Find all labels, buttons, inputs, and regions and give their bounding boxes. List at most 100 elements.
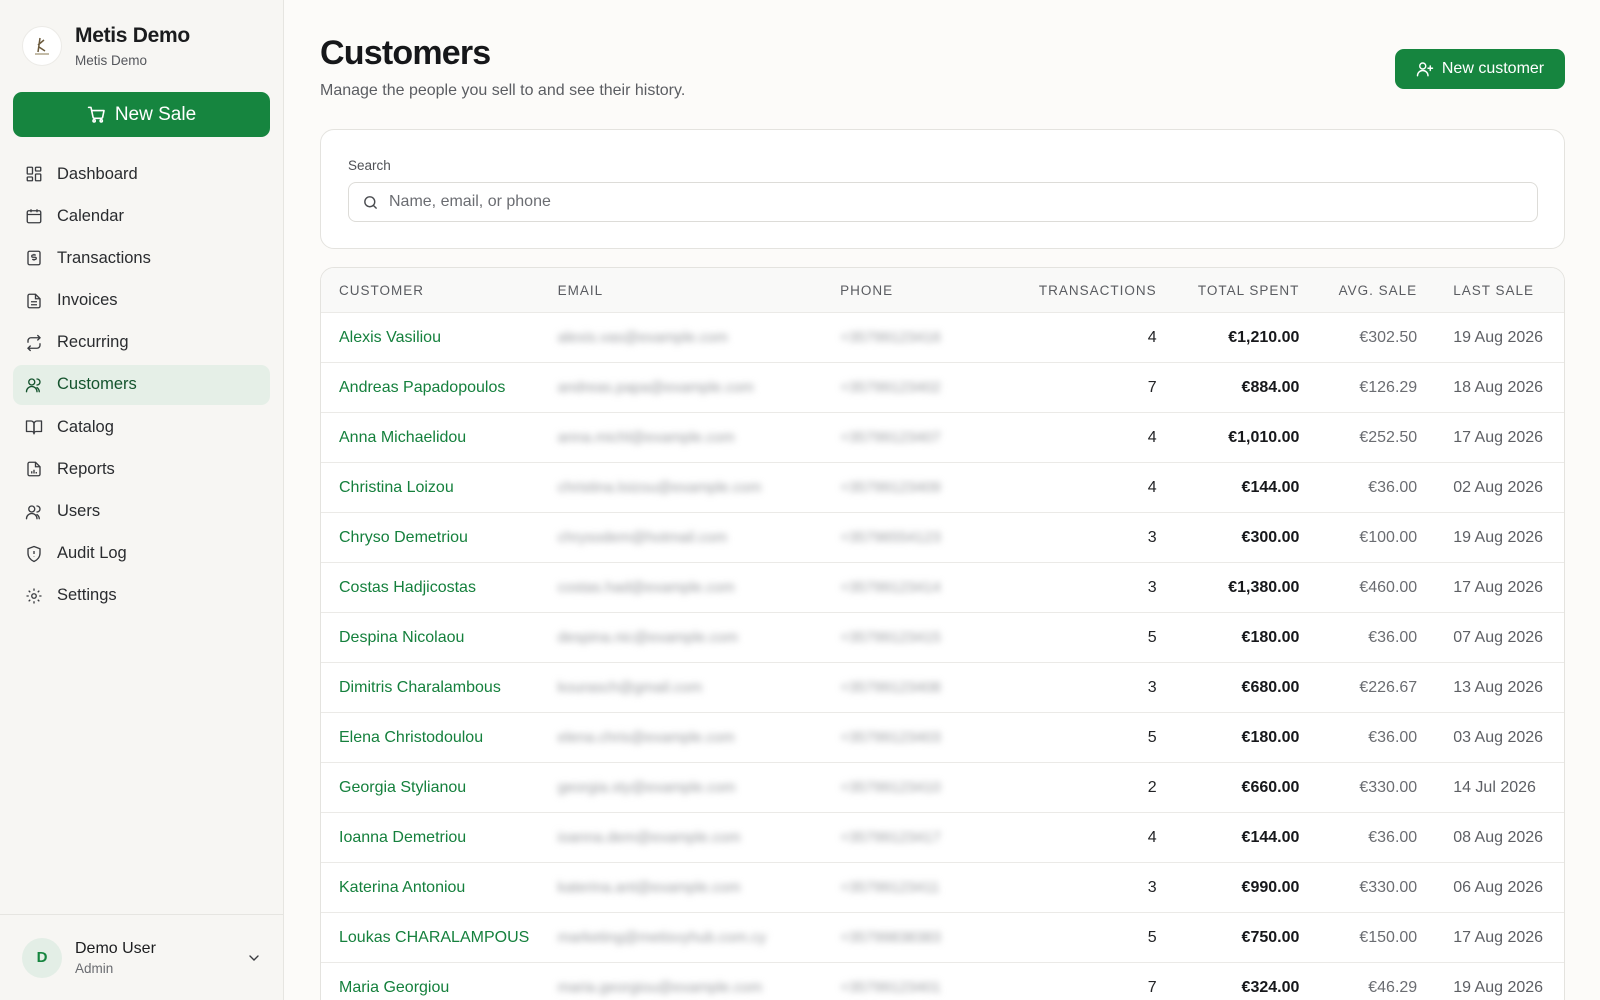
sidebar-item-users[interactable]: Users — [13, 492, 270, 532]
customer-name-link[interactable]: Katerina Antoniou — [321, 879, 558, 897]
sidebar-item-label: Users — [57, 502, 101, 520]
table-row[interactable]: Alexis Vasiliou alexis.vas@example.com +35… — [321, 312, 1564, 362]
transactions-count: 3 — [1147, 878, 1157, 896]
brand: Metis Demo Metis Demo — [22, 24, 190, 68]
search-icon — [364, 195, 377, 209]
sidebar-item-dashboard[interactable]: Dashboard — [13, 154, 270, 194]
customer-email: katerina.ant@example.com — [557, 879, 741, 896]
transactions-count: 3 — [1147, 528, 1157, 546]
sidebar-item-label: Settings — [57, 586, 117, 605]
transactions-count: 5 — [1147, 628, 1157, 646]
customer-email: anna.michl@example.com — [557, 429, 735, 446]
column-header-email[interactable]: EMAIL — [558, 283, 841, 298]
customer-phone: +35799123408 — [840, 679, 941, 696]
customer-name-link[interactable]: Loukas CHARALAMPOUS — [321, 929, 558, 947]
avg-sale: €460.00 — [1359, 578, 1418, 596]
customer-email: alexis.vas@example.com — [557, 329, 728, 346]
total-spent: €884.00 — [1241, 378, 1300, 396]
total-spent: €144.00 — [1241, 478, 1300, 496]
customer-email: costas.had@example.com — [557, 579, 735, 596]
transactions-count: 4 — [1147, 328, 1157, 346]
column-header-phone[interactable]: PHONE — [840, 283, 1007, 298]
sidebar-item-label: Catalog — [57, 417, 114, 436]
customer-name-link[interactable]: Despina Nicolaou — [321, 629, 558, 647]
customer-phone: +35799123410 — [840, 779, 941, 796]
table-header: CUSTOMER EMAIL PHONE TRANSACTIONS TOTAL … — [321, 268, 1564, 312]
column-header-customer[interactable]: CUSTOMER — [321, 283, 558, 298]
customer-name-link[interactable]: Alexis Vasiliou — [321, 329, 558, 347]
last-sale-date: 17 Aug 2026 — [1453, 428, 1544, 446]
sidebar-item-label: Recurring — [57, 333, 129, 352]
column-header-avg-sale[interactable]: AVG. SALE — [1299, 283, 1417, 298]
table-row[interactable]: Anna Michaelidou anna.michl@example.com +3… — [321, 412, 1564, 462]
table-row[interactable]: Ioanna Demetriou ioanna.dem@example.com +3… — [321, 812, 1564, 862]
sidebar-item-calendar[interactable]: Calendar — [13, 196, 270, 236]
customers-table: CUSTOMER EMAIL PHONE TRANSACTIONS TOTAL … — [320, 267, 1565, 1000]
total-spent: €1,210.00 — [1228, 328, 1300, 346]
last-sale-date: 19 Aug 2026 — [1453, 528, 1544, 546]
column-header-total-spent[interactable]: TOTAL SPENT — [1157, 283, 1300, 298]
table-row[interactable]: Elena Christodoulou elena.chris@example.c… — [321, 712, 1564, 762]
customer-email: chrysodem@hotmail.com — [557, 529, 728, 546]
customer-email: elena.chris@example.com — [557, 729, 735, 746]
customer-email: andreas.papa@example.com — [557, 379, 754, 396]
user-plus-icon — [1416, 62, 1434, 77]
customer-name-link[interactable]: Elena Christodoulou — [321, 729, 558, 747]
customer-name-link[interactable]: Chryso Demetriou — [321, 529, 558, 547]
report-icon — [27, 461, 41, 477]
sidebar-item-settings[interactable]: Settings — [13, 576, 270, 616]
table-row[interactable]: Georgia Stylianou georgia.sty@example.com… — [321, 762, 1564, 812]
column-header-transactions[interactable]: TRANSACTIONS — [1007, 283, 1157, 298]
table-row[interactable]: Katerina Antoniou katerina.ant@example.co… — [321, 862, 1564, 912]
column-header-last-sale[interactable]: LAST SALE — [1417, 283, 1564, 298]
new-customer-button[interactable]: New customer — [1395, 49, 1565, 89]
sidebar-item-recurring[interactable]: Recurring — [13, 323, 270, 363]
sidebar-item-catalog[interactable]: Catalog — [13, 407, 270, 447]
sidebar-item-transactions[interactable]: Transactions — [13, 238, 270, 278]
customer-name-link[interactable]: Georgia Stylianou — [321, 779, 558, 797]
customer-name-link[interactable]: Anna Michaelidou — [321, 429, 558, 447]
table-row[interactable]: Christina Loizou christina.loizou@example… — [321, 462, 1564, 512]
customer-phone: +35799838383 — [840, 929, 941, 946]
table-row[interactable]: Maria Georgiou maria.georgiou@example.com… — [321, 962, 1564, 1000]
new-sale-button[interactable]: New Sale — [13, 92, 270, 137]
customer-name-link[interactable]: Christina Loizou — [321, 479, 558, 497]
customer-name-link[interactable]: Costas Hadjicostas — [321, 579, 558, 597]
search-placeholder: Name, email, or phone — [389, 193, 551, 210]
sidebar-item-invoices[interactable]: Invoices — [13, 281, 270, 321]
cart-icon — [87, 106, 105, 123]
total-spent: €990.00 — [1241, 878, 1300, 896]
table-row[interactable]: Dimitris Charalambous kourasch@gmail.com +… — [321, 662, 1564, 712]
customer-name-link[interactable]: Andreas Papadopoulos — [321, 379, 558, 397]
sidebar-item-customers[interactable]: Customers — [13, 364, 270, 405]
customer-phone: +35799123402 — [840, 379, 941, 396]
sidebar-item-label: Audit Log — [57, 544, 127, 563]
sidebar-item-label: Customers — [57, 375, 137, 394]
avg-sale: €226.67 — [1359, 678, 1418, 696]
sidebar-item-label: Reports — [57, 459, 115, 478]
sidebar-item-label: Transactions — [57, 248, 151, 267]
logo-icon — [22, 26, 62, 66]
sidebar-item-reports[interactable]: Reports — [13, 449, 270, 489]
table-row[interactable]: Chryso Demetriou chrysodem@hotmail.com +35… — [321, 512, 1564, 562]
total-spent: €180.00 — [1241, 628, 1300, 646]
last-sale-date: 17 Aug 2026 — [1453, 578, 1544, 596]
customer-name-link[interactable]: Maria Georgiou — [321, 979, 558, 997]
customer-name-link[interactable]: Dimitris Charalambous — [321, 679, 558, 697]
table-row[interactable]: Andreas Papadopoulos andreas.papa@example… — [321, 362, 1564, 412]
users-icon — [25, 504, 41, 519]
table-row[interactable]: Despina Nicolaou despina.nic@example.com +… — [321, 612, 1564, 662]
customer-phone: +35799123414 — [840, 579, 941, 596]
user-menu[interactable]: D Demo User Admin — [0, 914, 284, 1000]
search-input[interactable]: Name, email, or phone — [348, 182, 1538, 222]
table-row[interactable]: Loukas CHARALAMPOUS marketing@metisvyhub.… — [321, 912, 1564, 962]
chevron-down-icon[interactable] — [246, 950, 262, 966]
shield-icon — [27, 545, 41, 562]
customer-phone: +35799123403 — [840, 729, 941, 746]
customer-name-link[interactable]: Ioanna Demetriou — [321, 829, 558, 847]
last-sale-date: 17 Aug 2026 — [1453, 928, 1544, 946]
total-spent: €1,010.00 — [1228, 428, 1300, 446]
sidebar-item-audit-log[interactable]: Audit Log — [13, 534, 270, 574]
table-row[interactable]: Costas Hadjicostas costas.had@example.com… — [321, 562, 1564, 612]
last-sale-date: 08 Aug 2026 — [1453, 828, 1544, 846]
